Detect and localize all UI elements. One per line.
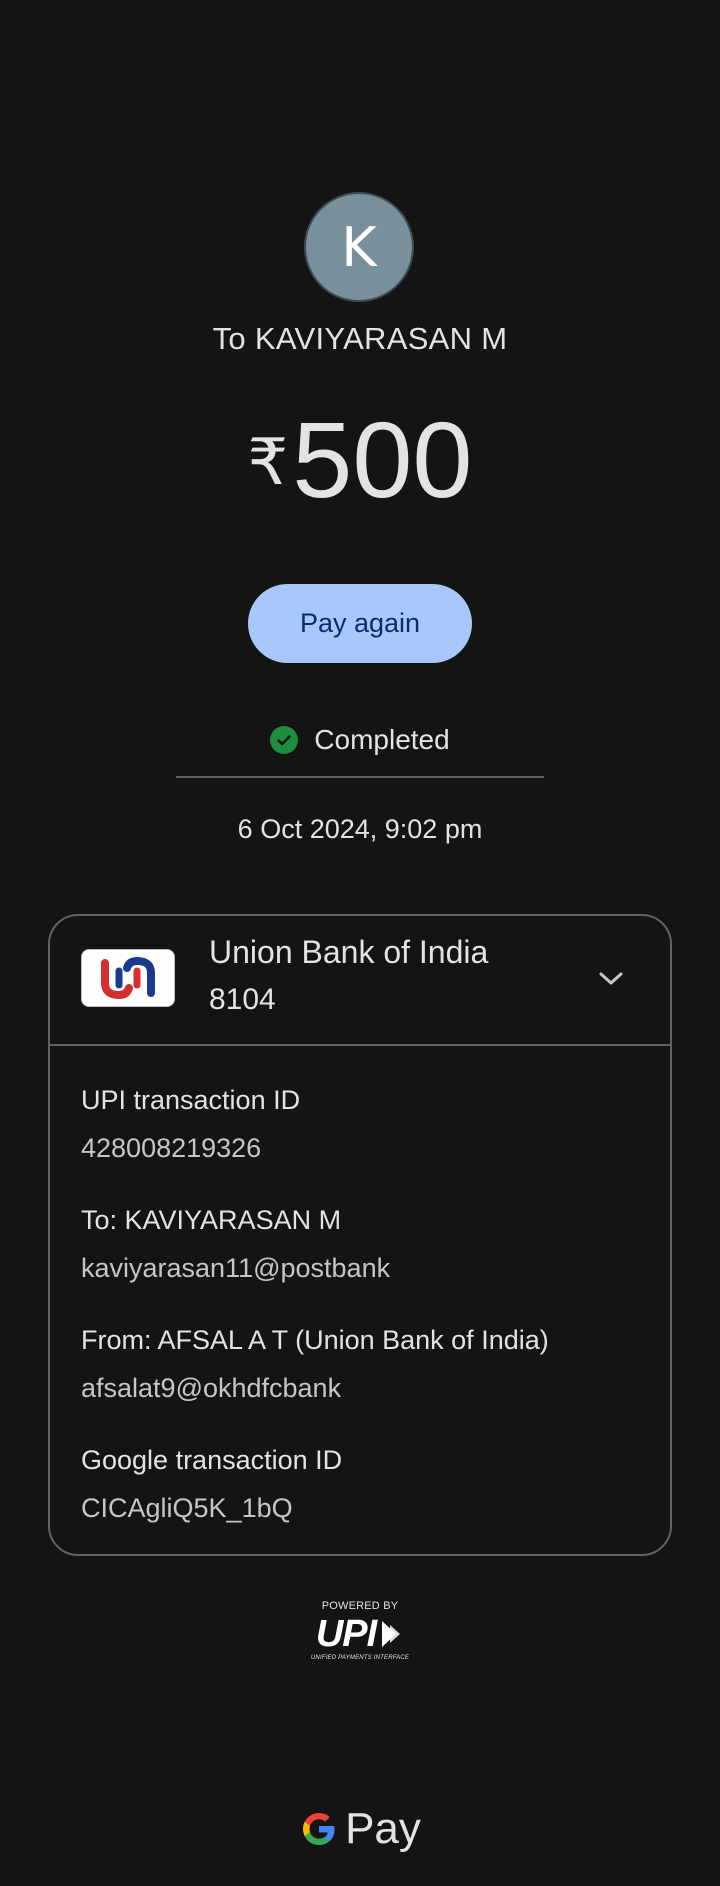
- avatar-initial: K: [341, 215, 377, 279]
- google-pay-logo: Pay: [0, 1804, 720, 1854]
- status-text: Completed: [314, 724, 450, 755]
- detail-value[interactable]: CICAgliQ5K_1bQ: [81, 1488, 641, 1528]
- detail-from: From: AFSAL A T (Union Bank of India) af…: [81, 1320, 641, 1408]
- currency-symbol: ₹: [247, 426, 289, 500]
- pay-again-button[interactable]: Pay again: [248, 584, 472, 663]
- transaction-details-card: Union Bank of India 8104 UPI transaction…: [48, 914, 672, 1556]
- detail-value[interactable]: kaviyarasan11@postbank: [81, 1248, 641, 1288]
- check-circle-icon: [270, 726, 299, 754]
- detail-label: To: KAVIYARASAN M: [81, 1205, 342, 1235]
- bank-account-suffix: 8104: [209, 983, 276, 1016]
- detail-label: From: AFSAL A T (Union Bank of India): [81, 1325, 549, 1355]
- upi-arrow-icon: [382, 1621, 401, 1647]
- payment-amount: ₹ 500: [0, 400, 720, 520]
- detail-value[interactable]: afsalat9@okhdfcbank: [81, 1368, 641, 1408]
- detail-to: To: KAVIYARASAN M kaviyarasan11@postbank: [81, 1200, 641, 1288]
- upi-subtitle: UNIFIED PAYMENTS INTERFACE: [310, 1655, 410, 1661]
- bank-name: Union Bank of India: [209, 934, 489, 970]
- detail-label: Google transaction ID: [81, 1445, 343, 1475]
- upi-wordmark: UPI: [315, 1613, 377, 1655]
- chevron-down-icon[interactable]: [596, 964, 626, 994]
- gpay-wordmark: Pay: [345, 1804, 421, 1853]
- union-bank-logo-icon: [81, 949, 175, 1007]
- detail-value[interactable]: 428008219326: [81, 1128, 641, 1168]
- recipient-name: To KAVIYARASAN M: [212, 321, 508, 356]
- detail-google-transaction-id: Google transaction ID CICAgliQ5K_1bQ: [81, 1440, 641, 1528]
- google-g-icon: [303, 1813, 335, 1845]
- detail-upi-transaction-id: UPI transaction ID 428008219326: [81, 1080, 641, 1168]
- divider: [176, 776, 544, 778]
- powered-by-label: POWERED BY: [321, 1600, 399, 1612]
- upi-mark: UPI: [316, 1614, 404, 1654]
- recipient-avatar: K: [304, 192, 414, 302]
- transaction-datetime: 6 Oct 2024, 9:02 pm: [237, 814, 483, 844]
- detail-label: UPI transaction ID: [81, 1085, 301, 1115]
- payment-status: Completed: [0, 721, 720, 759]
- amount-value: 500: [292, 399, 473, 520]
- upi-logo: POWERED BY UPI UNIFIED PAYMENTS INTERFAC…: [0, 1600, 720, 1661]
- bank-account-header[interactable]: Union Bank of India 8104: [50, 916, 670, 1046]
